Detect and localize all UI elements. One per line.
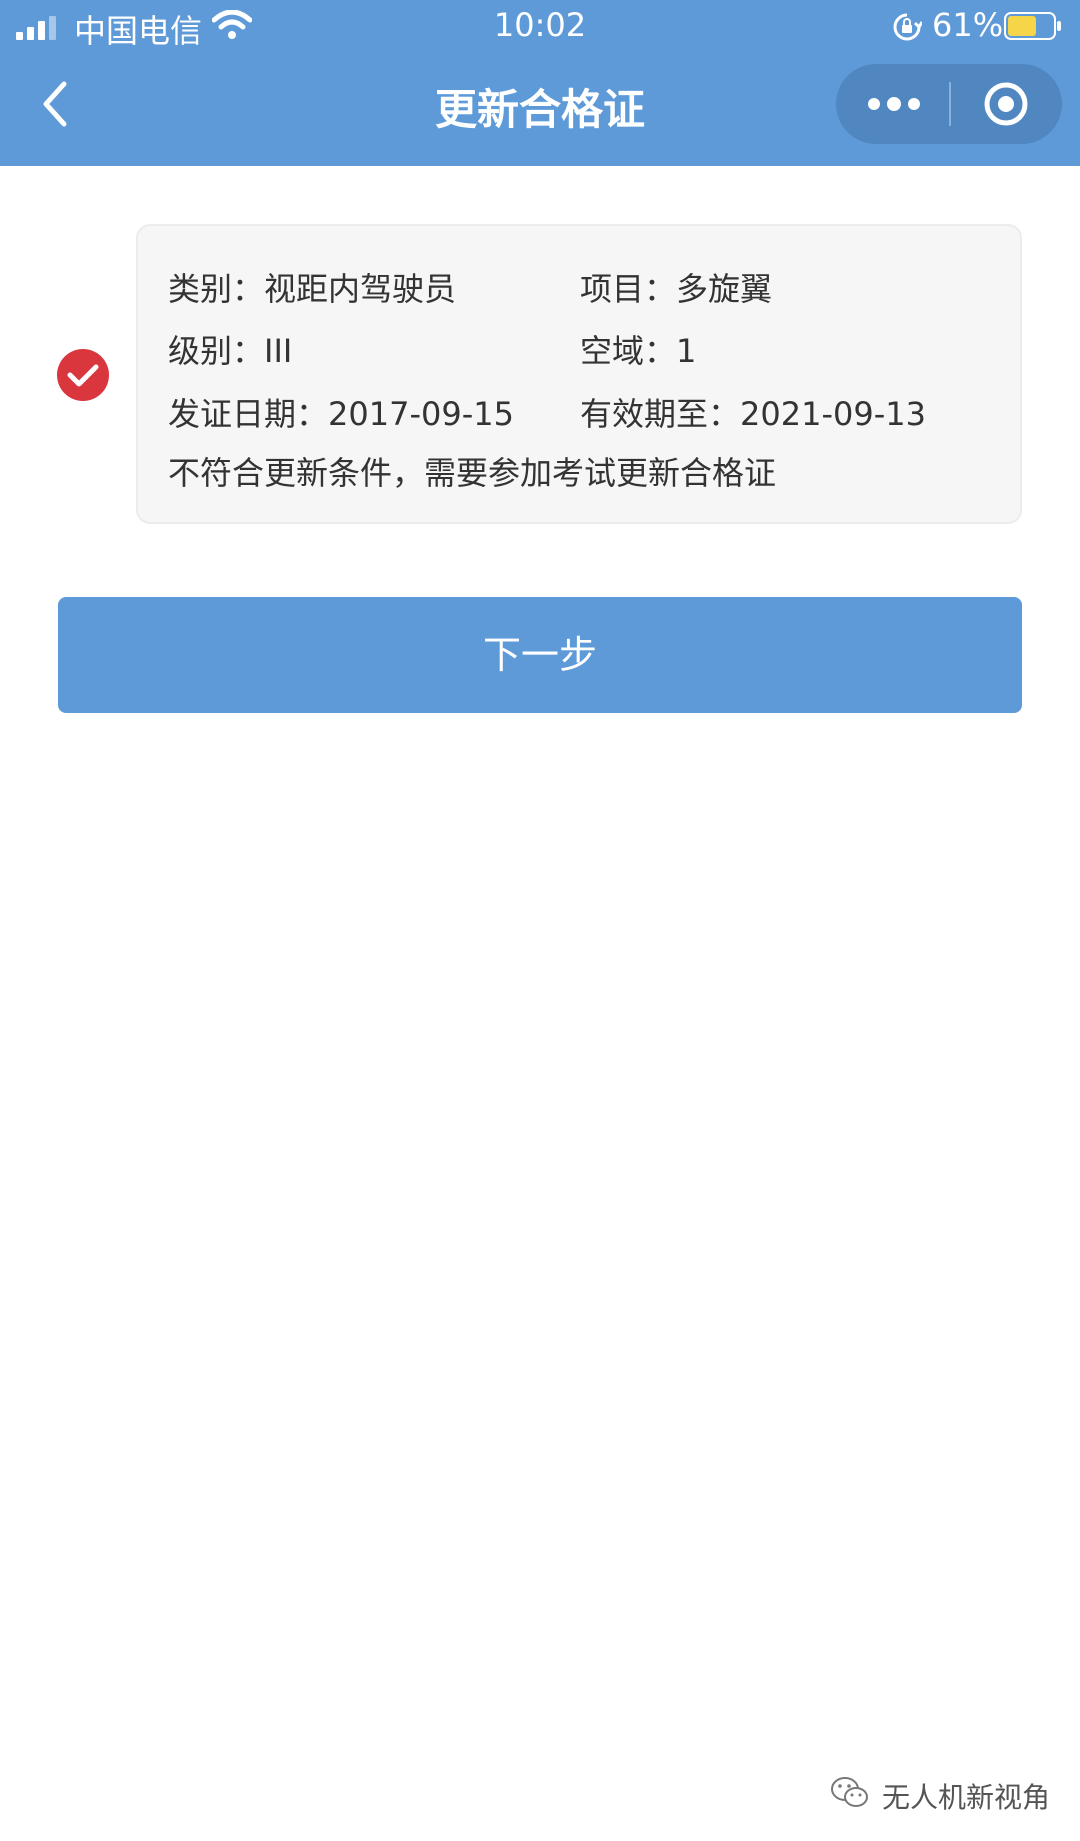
project-value: 多旋翼	[676, 270, 773, 308]
airspace-label: 空域：	[580, 332, 677, 370]
more-dots-icon[interactable]	[866, 92, 922, 116]
top-bar: 中国电信 10:02 61% 更新合格证	[0, 0, 1080, 166]
selected-check-icon[interactable]	[56, 348, 110, 402]
orientation-lock-icon	[893, 13, 922, 41]
watermark: 无人机新视角	[830, 1768, 1066, 1818]
wechat-icon	[831, 1777, 868, 1807]
status-bar: 中国电信 10:02 61%	[0, 0, 1080, 54]
battery-icon	[1004, 12, 1061, 40]
issue-date-label: 发证日期：	[168, 395, 329, 433]
level-label: 级别：	[168, 332, 265, 370]
renewal-note: 不符合更新条件，需要参加考试更新合格证	[168, 454, 777, 492]
project-label: 项目：	[580, 270, 677, 308]
project-field: 项目：多旋翼	[580, 264, 772, 310]
category-value: 视距内驾驶员	[264, 270, 457, 308]
category-field: 类别：视距内驾驶员	[168, 264, 456, 310]
capsule-divider	[949, 82, 951, 126]
level-value: III	[264, 332, 293, 370]
issue-date-field: 发证日期：2017-09-15	[168, 389, 514, 435]
valid-until-label: 有效期至：	[580, 395, 741, 433]
watermark-text: 无人机新视角	[882, 1781, 1051, 1814]
target-circle-icon[interactable]	[982, 80, 1030, 128]
level-field: 级别：III	[168, 326, 292, 372]
battery-percent: 61%	[932, 6, 1004, 44]
airspace-field: 空域：1	[580, 326, 696, 372]
airspace-value: 1	[676, 332, 697, 370]
certificate-card[interactable]: 类别：视距内驾驶员 项目：多旋翼 级别：III 空域：1 发证日期：2017-0…	[136, 224, 1022, 524]
mini-program-capsule	[836, 64, 1062, 144]
valid-until-value: 2021-09-13	[740, 395, 926, 433]
category-label: 类别：	[168, 270, 265, 308]
next-step-button[interactable]: 下一步	[58, 597, 1022, 713]
valid-until-field: 有效期至：2021-09-13	[580, 389, 926, 435]
issue-date-value: 2017-09-15	[328, 395, 514, 433]
